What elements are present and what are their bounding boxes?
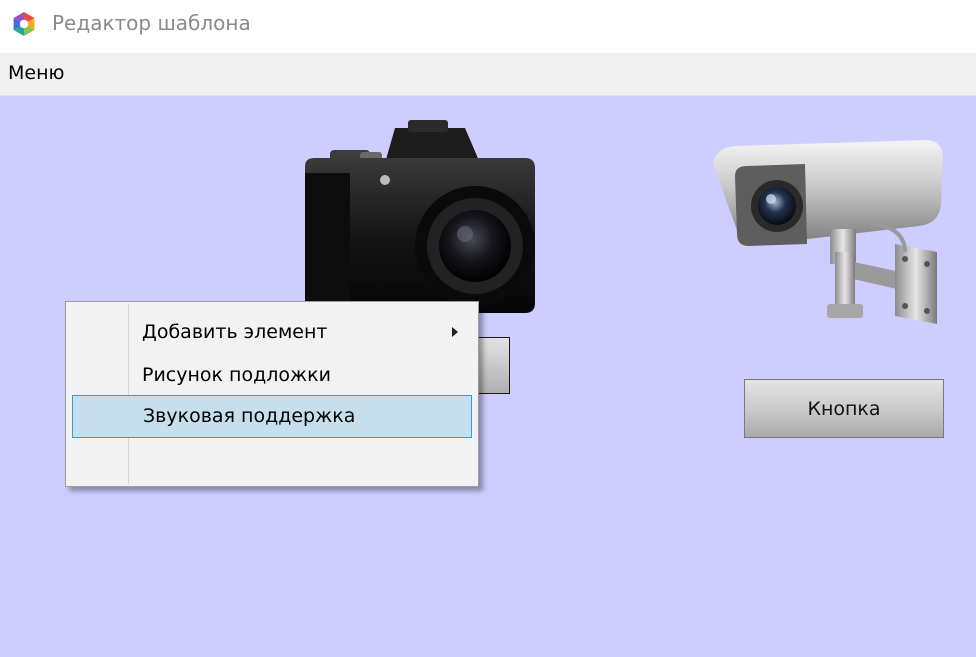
- template-canvas[interactable]: Кнопка Добавить элемент Рисунок подложки…: [0, 96, 976, 657]
- window-title: Редактор шаблона: [52, 11, 251, 35]
- menu-button[interactable]: Меню: [8, 62, 65, 84]
- template-editor-window: Редактор шаблона Меню Кнопка Добавить эл…: [0, 0, 976, 657]
- menu-bar: Меню: [0, 53, 976, 96]
- knopka-button[interactable]: Кнопка: [744, 379, 944, 438]
- context-item-label: Добавить элемент: [142, 321, 328, 343]
- context-item-label: Рисунок подложки: [142, 364, 331, 386]
- submenu-arrow-icon: [452, 327, 458, 337]
- cctv-camera-icon[interactable]: [705, 134, 955, 329]
- context-menu: Добавить элемент Рисунок подложки Звуков…: [65, 301, 479, 487]
- context-item-background-image[interactable]: Рисунок подложки: [72, 354, 472, 397]
- photo-camera-icon[interactable]: [290, 118, 550, 318]
- app-logo-icon: [13, 12, 35, 36]
- context-item-add-element[interactable]: Добавить элемент: [72, 311, 472, 354]
- context-item-label: Звуковая поддержка: [143, 405, 356, 427]
- context-item-sound-support[interactable]: Звуковая поддержка: [72, 395, 472, 438]
- title-bar: Редактор шаблона: [0, 0, 976, 53]
